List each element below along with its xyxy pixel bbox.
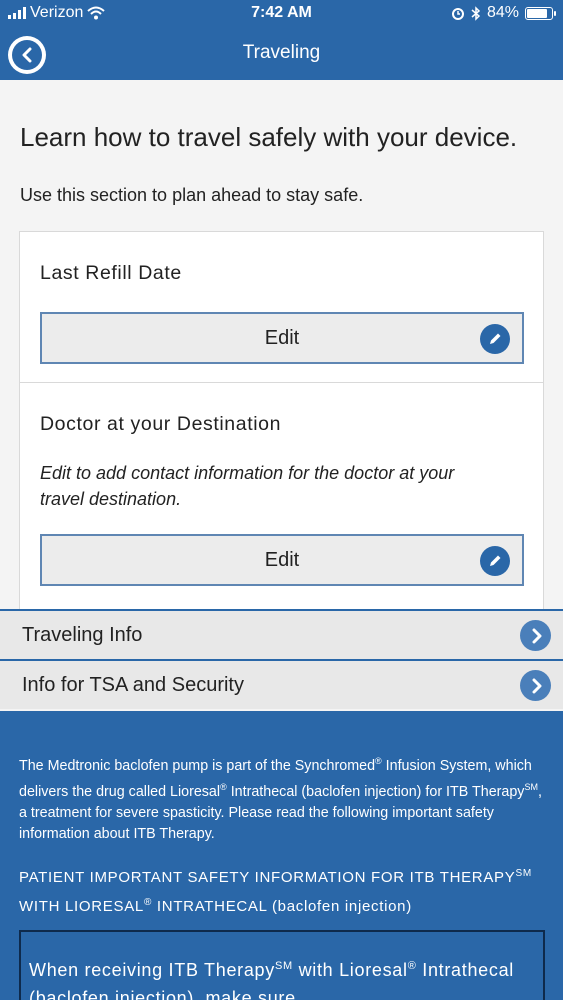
- battery-percent: 84%: [486, 4, 519, 21]
- boxed-warning-text: When receiving ITB TherapySM with Liores…: [29, 960, 514, 1000]
- battery-icon: [525, 6, 556, 20]
- bluetooth-icon: [471, 5, 481, 21]
- alarm-icon: [451, 8, 464, 20]
- section-heading: Learn how to travel safely with your dev…: [20, 122, 518, 152]
- doctor-title: Doctor at your Destination: [40, 413, 282, 435]
- safety-info-section: The Medtronic baclofen pump is part of t…: [0, 711, 563, 1000]
- refill-title: Last Refill Date: [40, 262, 182, 284]
- info-paragraph: The Medtronic baclofen pump is part of t…: [19, 756, 542, 842]
- tsa-security-row[interactable]: Info for TSA and Security: [0, 659, 563, 709]
- safety-heading: PATIENT IMPORTANT SAFETY INFORMATION FOR…: [19, 868, 532, 915]
- pencil-icon: [480, 546, 510, 576]
- status-bar: Verizon 7:42 AM 84%: [0, 4, 563, 26]
- tsa-security-label: Info for TSA and Security: [22, 673, 244, 696]
- refill-edit-label: Edit: [264, 326, 300, 349]
- chevron-right-icon: [520, 670, 551, 701]
- doctor-card: Doctor at your Destination Edit to add c…: [19, 382, 544, 610]
- doctor-edit-label: Edit: [264, 548, 300, 571]
- traveling-info-row[interactable]: Traveling Info: [0, 609, 563, 659]
- refill-edit-button[interactable]: Edit: [40, 312, 524, 364]
- section-subheading: Use this section to plan ahead to stay s…: [20, 185, 364, 205]
- page-title: Traveling: [242, 42, 321, 63]
- chevron-right-icon: [520, 620, 551, 651]
- doctor-description: Edit to add contact information for the …: [40, 463, 455, 509]
- refill-card: Last Refill Date Edit: [19, 231, 544, 383]
- pencil-icon: [480, 324, 510, 354]
- traveling-info-label: Traveling Info: [22, 623, 143, 646]
- boxed-warning: When receiving ITB TherapySM with Liores…: [19, 930, 545, 1000]
- app-header: Verizon 7:42 AM 84% Traveling: [0, 0, 563, 80]
- doctor-edit-button[interactable]: Edit: [40, 534, 524, 586]
